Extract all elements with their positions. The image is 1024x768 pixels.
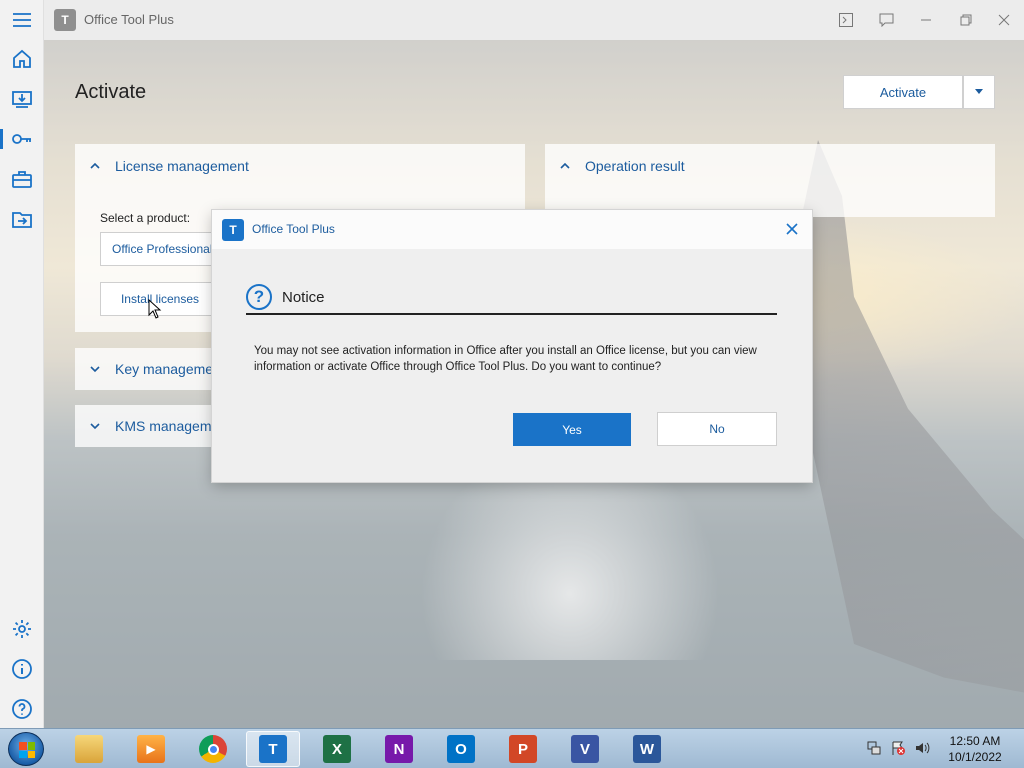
info-icon <box>12 659 32 679</box>
license-management-header[interactable]: License management <box>75 144 249 188</box>
taskbar-app-media-player[interactable]: ▶ <box>124 731 178 767</box>
taskbar-app-onenote[interactable]: N <box>372 731 426 767</box>
caret-down-icon <box>975 89 983 94</box>
gear-icon <box>13 620 31 638</box>
sidebar-item-toolbox[interactable] <box>0 159 44 199</box>
app-logo-icon: T <box>54 9 76 31</box>
license-management-title: License management <box>115 158 249 174</box>
taskbar-app-chrome[interactable] <box>186 731 240 767</box>
start-button[interactable] <box>8 732 44 766</box>
sidebar-item-about[interactable] <box>0 649 44 689</box>
yes-button[interactable]: Yes <box>513 413 631 446</box>
kms-management-title: KMS manageme <box>115 418 220 434</box>
hamburger-icon <box>13 13 31 27</box>
visio-icon: V <box>571 735 599 763</box>
notice-dialog: T Office Tool Plus ? Notice You may not … <box>212 210 812 482</box>
close-button[interactable] <box>992 8 1016 32</box>
network-icon[interactable] <box>866 740 882 756</box>
question-icon: ? <box>246 284 272 310</box>
volume-icon[interactable] <box>914 740 930 756</box>
taskbar-app-powerpoint[interactable]: P <box>496 731 550 767</box>
kms-management-header[interactable]: KMS manageme <box>75 405 219 447</box>
chevron-up-icon <box>90 162 100 169</box>
taskbar-app-file-explorer[interactable] <box>62 731 116 767</box>
mouse-cursor-icon <box>148 299 162 319</box>
notice-heading: Notice <box>282 289 325 306</box>
restore-icon <box>960 14 972 26</box>
download-monitor-icon <box>12 91 32 108</box>
minimize-button[interactable] <box>914 8 938 32</box>
help-icon <box>12 699 32 719</box>
key-management-title: Key manageme <box>115 361 214 377</box>
no-button[interactable]: No <box>657 412 777 446</box>
taskbar-app-excel[interactable]: X <box>310 731 364 767</box>
chevron-up-icon <box>560 162 570 169</box>
key-icon <box>12 134 31 144</box>
onenote-icon: N <box>385 735 413 763</box>
chevron-down-icon <box>90 423 100 430</box>
windows-logo-icon <box>19 742 35 758</box>
taskbar-app-outlook[interactable]: O <box>434 731 488 767</box>
toolbox-icon <box>12 171 32 188</box>
chrome-icon <box>199 735 227 763</box>
excel-icon: X <box>323 735 351 763</box>
powerpoint-icon: P <box>509 735 537 763</box>
action-center-flag-icon[interactable] <box>890 740 906 756</box>
sidebar-item-help[interactable] <box>0 689 44 729</box>
page-title: Activate <box>75 81 147 103</box>
office-tool-plus-icon: T <box>259 735 287 763</box>
feedback-button[interactable] <box>874 8 898 32</box>
sidebar-item-deploy[interactable] <box>0 79 44 119</box>
dialog-title-bar: T Office Tool Plus <box>212 210 812 249</box>
sidebar-item-settings[interactable] <box>0 609 44 649</box>
home-icon <box>13 49 31 68</box>
sidebar-item-home[interactable] <box>0 39 44 79</box>
dialog-close-button[interactable] <box>782 219 802 239</box>
app-logo-icon: T <box>222 219 244 241</box>
notice-message: You may not see activation information i… <box>254 345 757 373</box>
minimize-icon <box>921 19 931 21</box>
folder-arrow-icon <box>12 212 32 228</box>
activate-dropdown-button[interactable] <box>963 75 995 109</box>
operation-result-header[interactable]: Operation result <box>545 144 685 188</box>
menu-button[interactable] <box>0 0 44 40</box>
window-title: Office Tool Plus <box>84 12 174 27</box>
heading-divider <box>246 313 777 315</box>
title-bar: T Office Tool Plus <box>44 0 1024 40</box>
media-player-icon: ▶ <box>137 735 165 763</box>
select-product-label: Select a product: <box>100 211 191 225</box>
close-icon <box>998 14 1010 26</box>
close-icon <box>786 223 798 235</box>
operation-result-title: Operation result <box>585 158 685 174</box>
console-button[interactable] <box>834 8 858 32</box>
restore-button[interactable] <box>954 8 978 32</box>
sidebar-item-activate[interactable] <box>0 119 44 159</box>
chat-bubble-icon <box>879 13 893 27</box>
sidebar <box>0 0 44 728</box>
dialog-title: Office Tool Plus <box>252 222 335 236</box>
clock-time: 12:50 AM <box>949 734 1001 748</box>
clock-date: 10/1/2022 <box>948 750 1002 764</box>
taskbar-app-visio[interactable]: V <box>558 731 612 767</box>
system-clock[interactable]: 12:50 AM 10/1/2022 <box>940 733 1010 765</box>
word-icon: W <box>633 735 661 763</box>
terminal-icon <box>839 13 853 27</box>
key-management-header[interactable]: Key manageme <box>75 348 213 390</box>
taskbar-app-word[interactable]: W <box>620 731 674 767</box>
activate-button[interactable]: Activate <box>843 75 963 109</box>
file-explorer-icon <box>75 735 103 763</box>
chevron-down-icon <box>90 366 100 373</box>
outlook-icon: O <box>447 735 475 763</box>
operation-result-card: Operation result <box>545 144 995 217</box>
taskbar-app-office-tool-plus[interactable]: T <box>246 731 300 767</box>
sidebar-item-convert[interactable] <box>0 199 44 239</box>
